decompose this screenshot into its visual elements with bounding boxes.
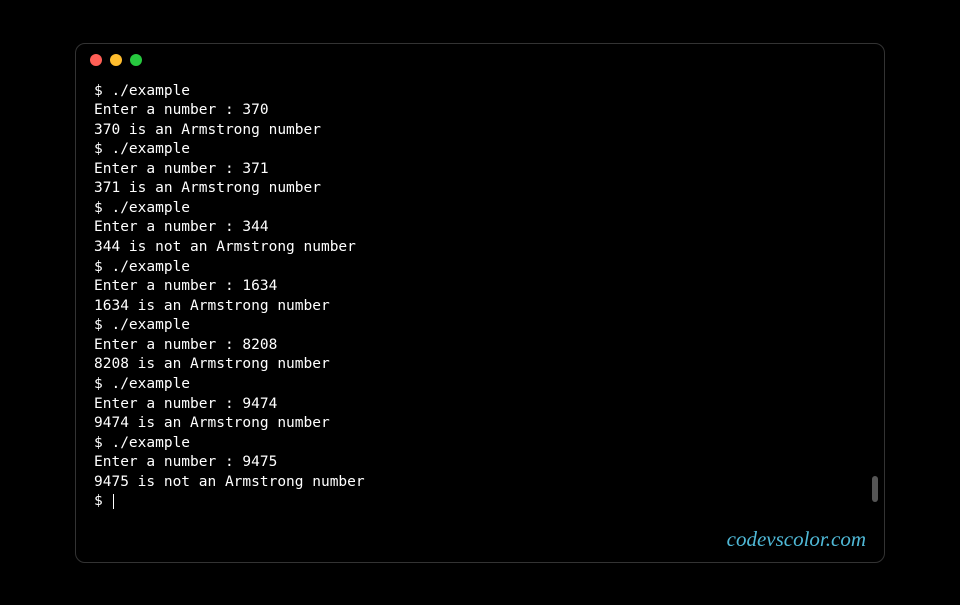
prompt-symbol: $ [94,493,111,509]
cursor-icon [113,494,114,509]
terminal-line: $ ./example [94,259,190,275]
terminal-line: Enter a number : 1634 [94,278,277,294]
terminal-line: 344 is not an Armstrong number [94,239,356,255]
maximize-icon[interactable] [130,54,142,66]
terminal-body[interactable]: $ ./example Enter a number : 370 370 is … [76,76,884,530]
title-bar [76,44,884,76]
terminal-line: Enter a number : 370 [94,102,269,118]
terminal-line: Enter a number : 371 [94,161,269,177]
terminal-line: $ ./example [94,141,190,157]
watermark: codevscolor.com [727,527,866,552]
terminal-line: $ ./example [94,83,190,99]
terminal-line: 370 is an Armstrong number [94,122,321,138]
terminal-line: $ ./example [94,376,190,392]
terminal-line: Enter a number : 8208 [94,337,277,353]
terminal-line: $ ./example [94,317,190,333]
terminal-line: Enter a number : 9475 [94,454,277,470]
terminal-line: 371 is an Armstrong number [94,180,321,196]
terminal-line: 1634 is an Armstrong number [94,298,330,314]
terminal-line: Enter a number : 344 [94,219,269,235]
terminal-prompt: $ [94,492,114,512]
terminal-window: $ ./example Enter a number : 370 370 is … [75,43,885,563]
scrollbar-thumb[interactable] [872,476,878,502]
terminal-line: Enter a number : 9474 [94,396,277,412]
terminal-line: $ ./example [94,200,190,216]
terminal-line: 9475 is not an Armstrong number [94,474,365,490]
terminal-line: 8208 is an Armstrong number [94,356,330,372]
close-icon[interactable] [90,54,102,66]
terminal-line: 9474 is an Armstrong number [94,415,330,431]
terminal-line: $ ./example [94,435,190,451]
minimize-icon[interactable] [110,54,122,66]
